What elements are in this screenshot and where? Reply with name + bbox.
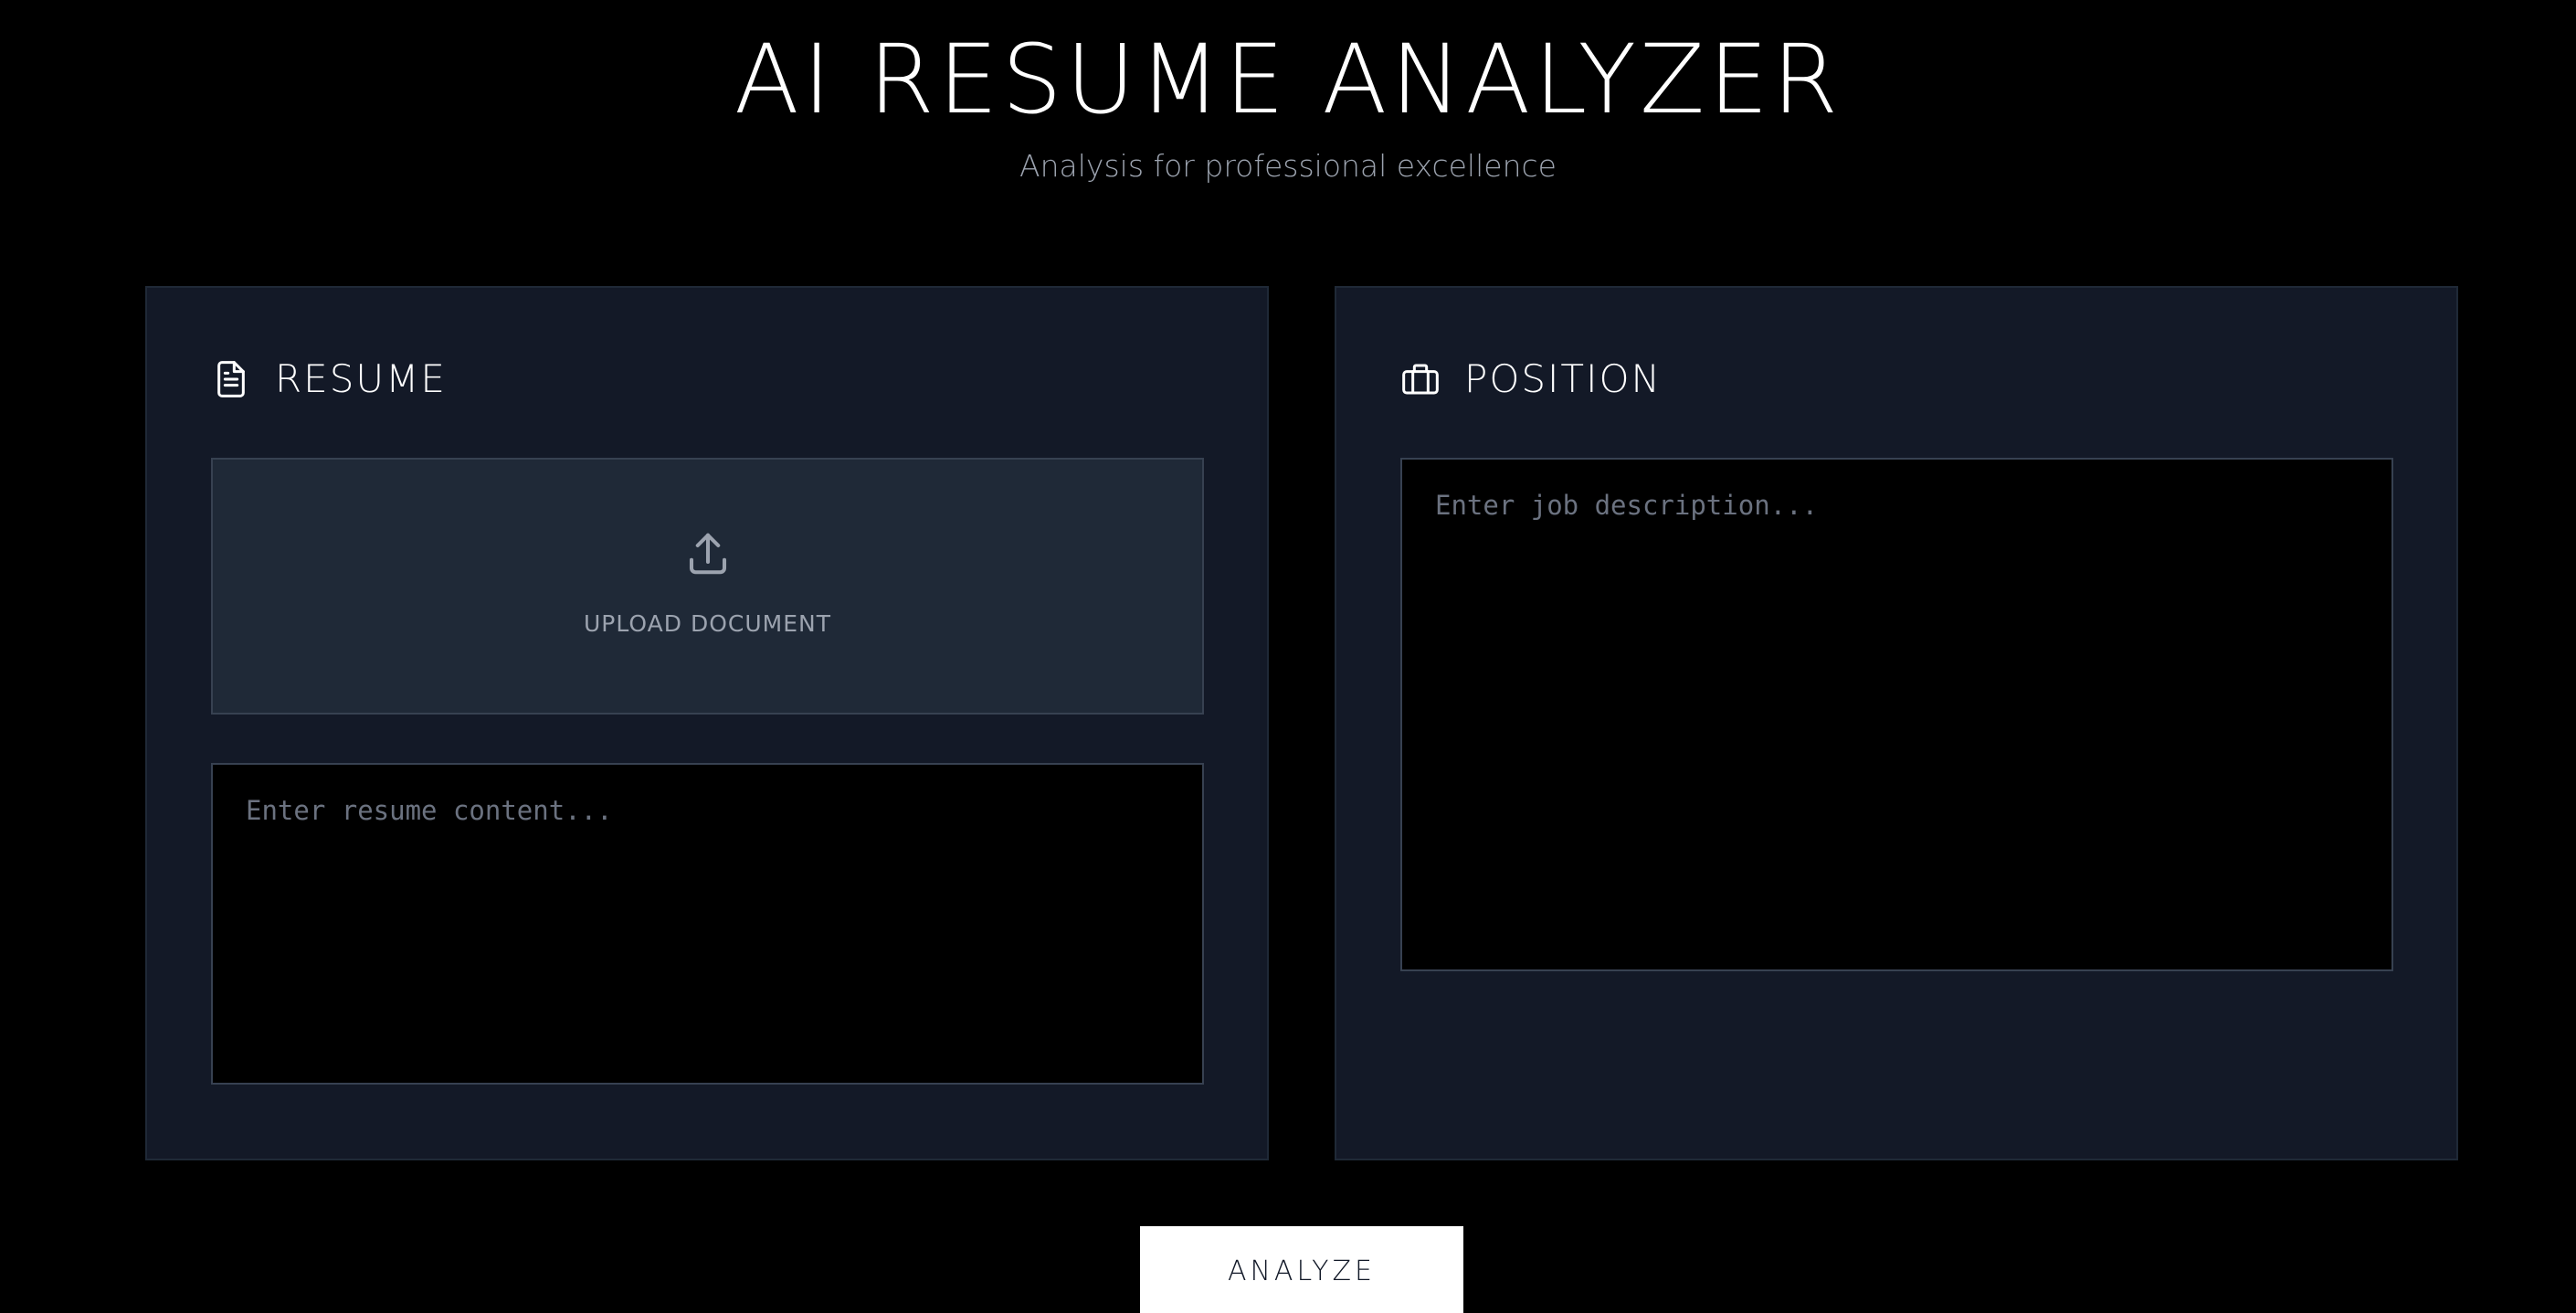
app-title: AI RESUME ANALYZER bbox=[734, 24, 1842, 135]
job-description-input[interactable] bbox=[1400, 458, 2393, 971]
position-panel: POSITION bbox=[1335, 286, 2458, 1160]
app-subtitle: Analysis for professional excellence bbox=[1019, 148, 1557, 184]
resume-panel: RESUME UPLOAD DOCUMENT bbox=[145, 286, 1269, 1160]
position-panel-heading: POSITION bbox=[1400, 352, 1662, 407]
position-panel-title: POSITION bbox=[1464, 356, 1662, 401]
analyze-button[interactable]: ANALYZE bbox=[1140, 1226, 1463, 1313]
upload-icon bbox=[683, 529, 733, 578]
resume-content-input[interactable] bbox=[211, 763, 1204, 1085]
resume-panel-title: RESUME bbox=[275, 356, 447, 401]
upload-document-button[interactable]: UPLOAD DOCUMENT bbox=[211, 458, 1204, 715]
resume-panel-heading: RESUME bbox=[211, 352, 447, 407]
upload-document-label: UPLOAD DOCUMENT bbox=[584, 610, 831, 637]
document-icon bbox=[211, 359, 251, 399]
briefcase-icon bbox=[1400, 359, 1441, 399]
page: AI RESUME ANALYZER Analysis for professi… bbox=[0, 0, 2576, 1313]
